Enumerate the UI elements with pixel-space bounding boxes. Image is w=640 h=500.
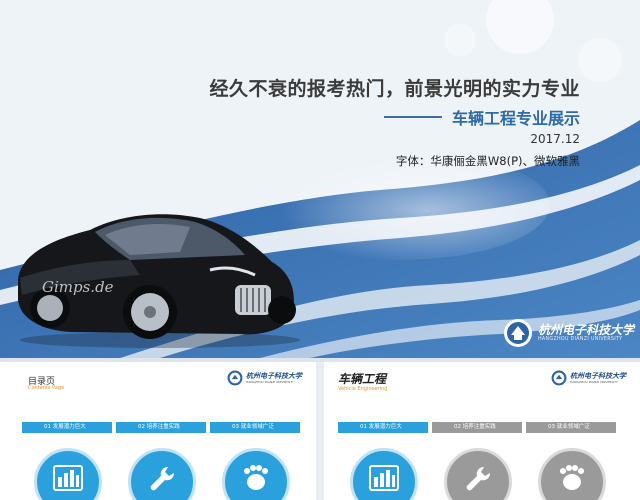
logo-name-en: HANGZHOU DIANZI UNIVERSITY [246, 380, 294, 384]
tab-potential[interactable]: 01 发展潜力巨大 [338, 422, 428, 433]
slide-title: 车辆工程 [338, 372, 387, 386]
footprint-icon [244, 465, 268, 490]
section-tabs: 01 发展潜力巨大 02 培养注重实践 03 就业领域广泛 [338, 422, 616, 433]
car-watermark: Gimps.de [42, 278, 114, 296]
university-name-en: HANGZHOU DIANZI UNIVERSITY [538, 337, 623, 342]
subtitle-row: 车辆工程专业展示 [383, 105, 580, 129]
slide-thumbnail-contents[interactable]: 目录页 Contents Page 杭州电子科技大学 HANGZHOU DIAN… [0, 362, 316, 500]
car-image: Gimps.de [18, 214, 300, 348]
circle-chart[interactable] [34, 448, 102, 500]
icon-circles [350, 448, 606, 500]
slide-logo: 杭州电子科技大学 HANGZHOU DIANZI UNIVERSITY [227, 370, 302, 386]
university-emblem-icon [504, 319, 532, 347]
date-label: 2017.12 [530, 132, 580, 146]
title-slide: 经久不衰的报考热门，前景光明的实力专业 车辆工程专业展示 2017.12 字体：… [0, 0, 640, 358]
university-emblem-icon [227, 370, 243, 386]
slide-subtitle: Contents Page [28, 385, 65, 391]
tab-potential[interactable]: 01 发展潜力巨大 [22, 422, 112, 433]
font-note: 字体：华康俪金黑W8(P)、微软雅黑 [395, 154, 580, 168]
main-title: 经久不衰的报考热门，前景光明的实力专业 [209, 78, 580, 100]
tab-practice[interactable]: 02 培养注重实践 [432, 422, 522, 433]
subtitle: 车辆工程专业展示 [451, 109, 580, 128]
wrench-icon [466, 466, 491, 491]
slide-thumbnail-vehicle-engineering[interactable]: 车辆工程 Vehicle Engineering 杭州电子科技大学 HANGZH… [324, 362, 640, 500]
subtitle-divider [383, 116, 442, 118]
icon-circles [34, 448, 290, 500]
university-name: 杭州电子科技大学 [538, 323, 635, 337]
bar-chart-icon [369, 465, 399, 491]
circle-wrench[interactable] [128, 448, 196, 500]
section-tabs: 01 发展潜力巨大 02 培养注重实践 03 就业领域广泛 [22, 422, 300, 433]
circle-chart[interactable] [350, 448, 418, 500]
tab-practice[interactable]: 02 培养注重实践 [116, 422, 206, 433]
logo-name-en: HANGZHOU DIANZI UNIVERSITY [570, 380, 618, 384]
university-logo: 杭州电子科技大学 HANGZHOU DIANZI UNIVERSITY [503, 318, 634, 348]
circle-footprint[interactable] [538, 448, 606, 500]
logo-name: 杭州电子科技大学 [570, 371, 626, 380]
slide-subtitle: Vehicle Engineering [338, 386, 388, 392]
circle-wrench[interactable] [444, 448, 512, 500]
tab-employment[interactable]: 03 就业领域广泛 [526, 422, 616, 433]
footprint-icon [560, 465, 584, 490]
slide-logo: 杭州电子科技大学 HANGZHOU DIANZI UNIVERSITY [551, 370, 626, 386]
university-emblem-icon [551, 370, 567, 386]
wrench-icon [150, 466, 175, 491]
tab-employment[interactable]: 03 就业领域广泛 [210, 422, 300, 433]
bar-chart-icon [53, 465, 83, 491]
logo-name: 杭州电子科技大学 [246, 371, 302, 380]
circle-footprint[interactable] [222, 448, 290, 500]
